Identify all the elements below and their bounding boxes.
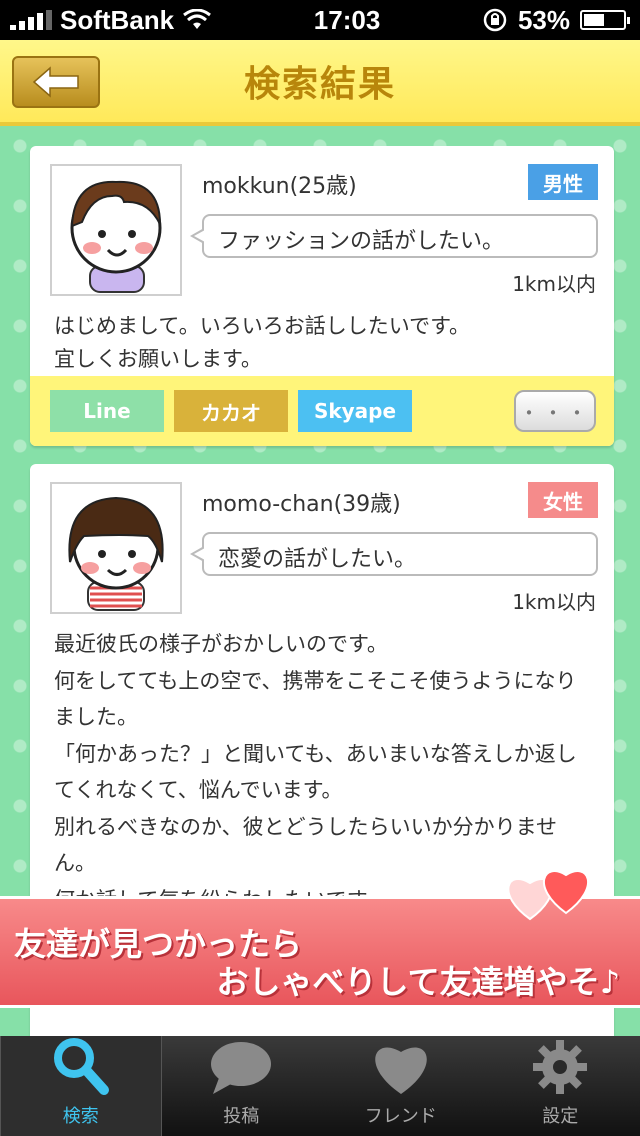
back-button[interactable] (12, 56, 100, 108)
speech-bubble-icon (211, 1042, 272, 1094)
heart-icon (374, 1047, 427, 1094)
status-right: 53% (482, 4, 630, 36)
line-button[interactable]: Line (50, 390, 164, 432)
result-card[interactable]: mokkun(25歳) 男性 ファッションの話がしたい。 1km以内 はじめまし… (30, 146, 614, 446)
carrier-label: SoftBank (60, 4, 175, 35)
left-arrow-icon (32, 66, 79, 98)
wifi-icon (183, 9, 212, 29)
sns-bar: Line カカオ Skyape ・・・ (30, 376, 614, 446)
username: mokkun(25歳) (202, 174, 357, 199)
tab-post[interactable]: 投稿 (162, 1036, 322, 1136)
hearts-icon (507, 870, 590, 921)
banner-text-line2: おしゃべりして友達増やそ♪ (216, 963, 620, 1001)
tab-label: 投稿 (223, 1106, 260, 1127)
status-bar: SoftBank 17:03 53% (0, 0, 640, 40)
nav-header: 検索結果 (0, 40, 640, 126)
username: momo-chan(39歳) (202, 492, 401, 517)
more-button[interactable]: ・・・ (514, 390, 596, 432)
battery-icon (579, 10, 630, 30)
clock: 17:03 (313, 4, 381, 35)
profile-message: はじめまして。いろいろお話ししたいです。 宜しくお願いします。 (54, 314, 471, 371)
tab-bar: 検索 投稿 フレンド 設定 (0, 1036, 640, 1136)
topic-bubble: 恋愛の話がしたい。 (190, 532, 598, 576)
gender-badge: 男性 (528, 164, 598, 200)
gear-icon (533, 1040, 588, 1094)
tab-friends[interactable]: フレンド (321, 1036, 481, 1136)
page-title: 検索結果 (243, 64, 396, 105)
status-left: SoftBank (10, 5, 212, 36)
battery-percent: 53% (517, 4, 570, 35)
tab-label: フレンド (364, 1106, 437, 1127)
promo-banner[interactable]: 友達が見つかったら おしゃべりして友達増やそ♪ (0, 870, 640, 1008)
kakao-button[interactable]: カカオ (174, 390, 288, 432)
tab-settings[interactable]: 設定 (481, 1036, 640, 1136)
avatar[interactable] (50, 164, 182, 296)
avatar[interactable] (50, 482, 182, 614)
tab-label: 検索 (62, 1106, 99, 1127)
distance-label: 1km以内 (512, 272, 596, 296)
topic-bubble: ファッションの話がしたい。 (190, 214, 598, 258)
tab-search[interactable]: 検索 (0, 1036, 162, 1136)
rotation-lock-icon (483, 8, 507, 32)
gender-badge: 女性 (528, 482, 598, 518)
signal-icon (10, 10, 52, 30)
skype-button[interactable]: Skyape (298, 390, 412, 432)
tab-label: 設定 (542, 1106, 579, 1127)
distance-label: 1km以内 (512, 590, 596, 614)
search-icon (53, 1038, 109, 1095)
